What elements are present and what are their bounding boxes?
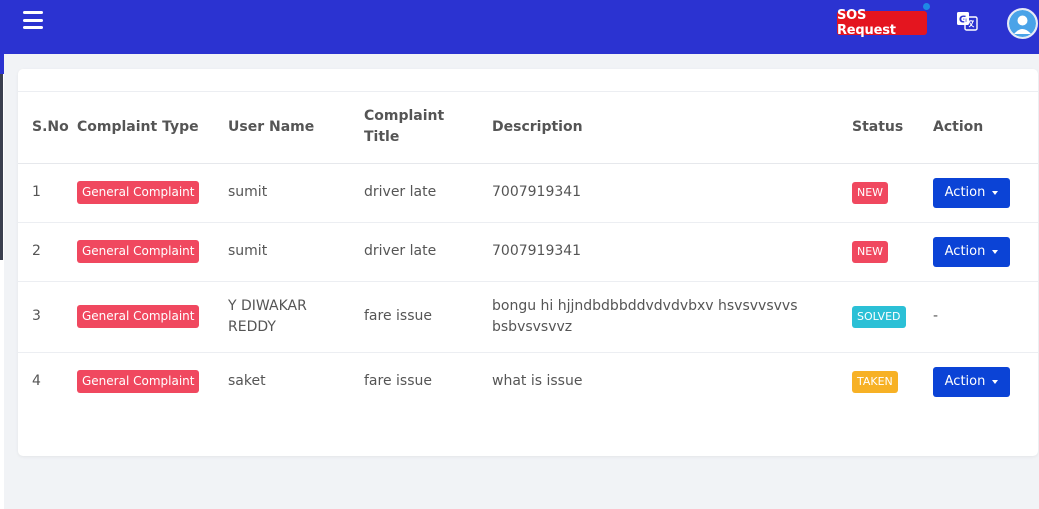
col-header-description: Description [492,92,852,164]
col-header-complaint-title: Complaint Title [364,92,492,164]
caret-down-icon [992,380,999,385]
action-button-label: Action [944,244,986,259]
table-row: 1 General Complaint sumit driver late 70… [18,163,1038,223]
cell-user-name: saket [228,373,266,390]
status-badge: NEW [852,240,889,263]
status-badge: TAKEN [852,370,898,393]
action-dropdown-button[interactable]: Action [933,177,1010,208]
col-header-user-name: User Name [228,92,364,164]
user-avatar[interactable] [1007,8,1038,39]
table-row: 3 General Complaint Y DIWAKAR REDDY fare… [18,281,1038,353]
status-badge: NEW [852,181,889,204]
action-button-label: Action [944,374,986,390]
action-button-label: Action [944,185,986,200]
sidebar-edge-accent [0,54,4,74]
complaints-table: S.No Complaint Type User Name Complaint … [18,92,1038,411]
table-header-row: S.No Complaint Type User Name Complaint … [18,92,1038,164]
complaint-type-badge: General Complaint [77,370,200,394]
table-row: 2 General Complaint sumit driver late 70… [18,222,1038,282]
action-dropdown-button[interactable]: Action [933,236,1010,267]
cell-complaint-title: fare issue [364,281,492,353]
table-row: 4 General Complaint saket fare issue wha… [18,352,1038,411]
hamburger-menu-icon[interactable] [23,11,43,29]
complaint-type-badge: General Complaint [77,181,200,204]
col-header-sno: S.No [18,92,77,164]
sos-request-button[interactable]: SOS Request [837,8,927,38]
action-dropdown-button[interactable]: Action [933,366,1010,397]
cell-sno: 1 [18,163,77,223]
cell-description: 7007919341 [492,222,852,282]
cell-user-name: sumit [228,163,364,223]
svg-text:G: G [959,15,967,26]
cell-action-none: - [933,281,1038,353]
cell-user-name: Y DIWAKAR REDDY [228,297,307,335]
cell-description: 7007919341 [492,163,852,223]
col-header-complaint-title-text: Complaint Title [364,108,445,146]
complaint-type-badge: General Complaint [77,305,200,328]
cell-complaint-title: driver late [364,163,492,223]
cell-sno: 3 [18,281,77,353]
cell-description: what is issue [492,373,583,390]
col-header-complaint-type: Complaint Type [77,92,228,164]
cell-complaint-title: fare issue [364,373,432,390]
caret-down-icon [992,250,999,254]
translate-icon[interactable]: G [956,10,978,32]
caret-down-icon [992,191,999,195]
status-badge: SOLVED [852,305,906,328]
complaint-type-badge: General Complaint [77,240,200,263]
cell-complaint-title: driver late [364,222,492,282]
col-header-status: Status [852,92,933,164]
cell-sno: 2 [18,222,77,282]
top-navbar: SOS Request G [0,0,1039,54]
notification-dot [923,3,930,10]
cell-sno: 4 [32,373,41,390]
cell-description: bongu hi hjjndbdbbddvdvdvbxv hsvsvvsvvs … [492,297,798,335]
cell-user-name: sumit [228,222,364,282]
col-header-action: Action [933,92,1038,164]
sidebar-edge-dark [0,74,3,260]
